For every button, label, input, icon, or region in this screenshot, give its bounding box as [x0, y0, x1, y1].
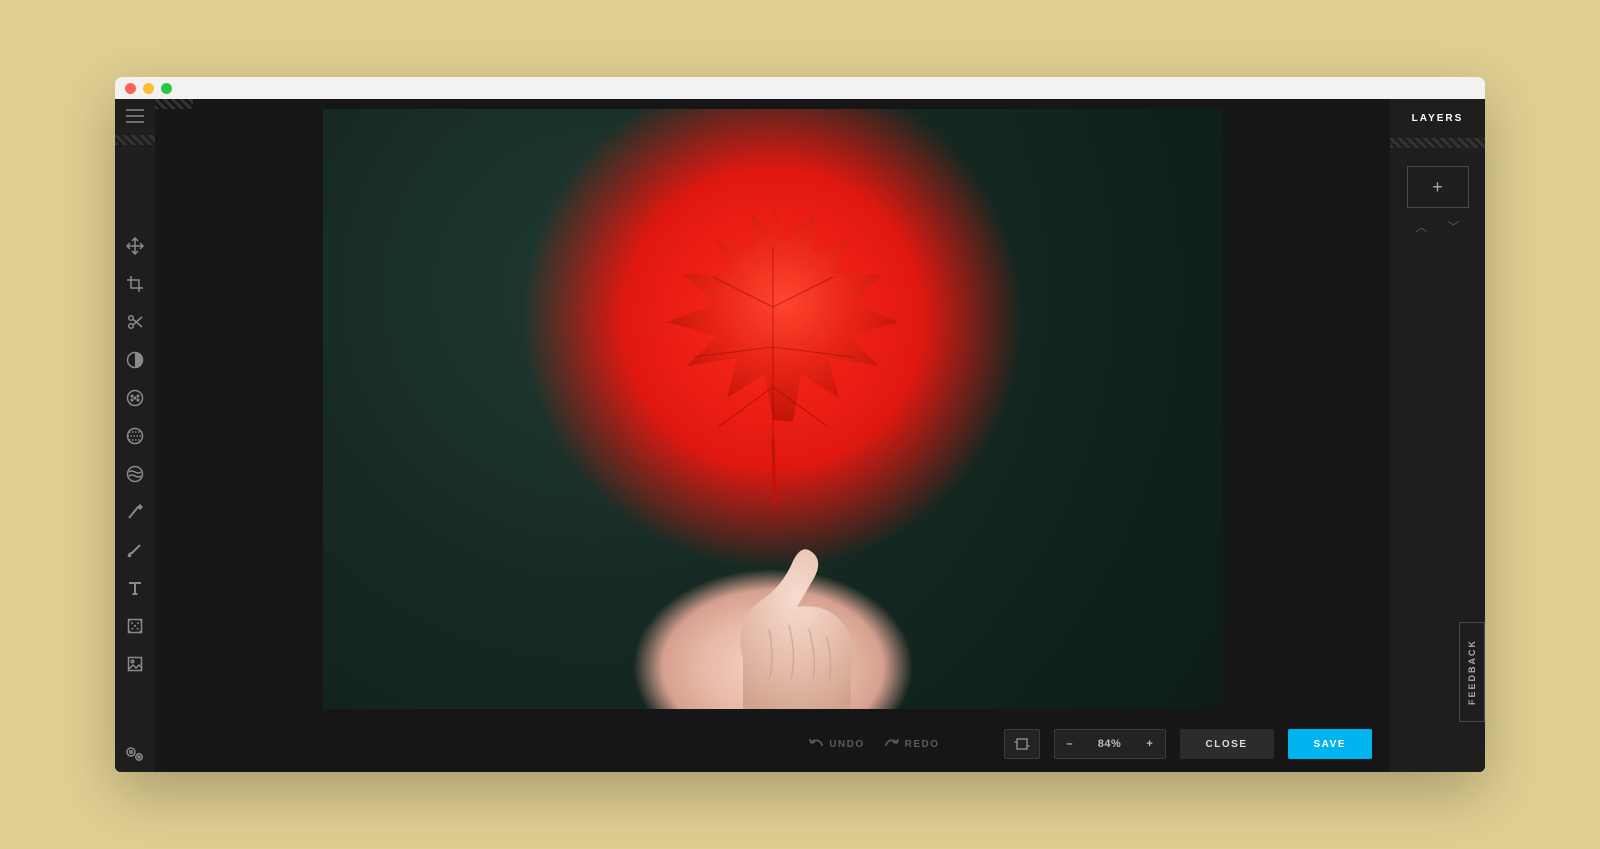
app-body: UNDO REDO – 84% + CLOSE SAVE	[115, 99, 1485, 772]
liquify-icon	[126, 465, 144, 483]
window-maximize-button[interactable]	[161, 83, 172, 94]
feedback-tab[interactable]: FEEDBACK	[1459, 622, 1485, 722]
tool-move[interactable]	[124, 235, 146, 257]
tool-cut[interactable]	[124, 311, 146, 333]
canvas-area	[155, 109, 1390, 722]
tool-list	[124, 145, 146, 772]
tool-crop[interactable]	[124, 273, 146, 295]
add-layer-button[interactable]: +	[1407, 166, 1469, 208]
leaf-graphic	[603, 187, 943, 507]
undo-label: UNDO	[829, 739, 864, 750]
layer-order-controls: ︿ ﹀	[1415, 218, 1459, 235]
text-icon	[126, 579, 144, 597]
window-close-button[interactable]	[125, 83, 136, 94]
settings-button[interactable]	[115, 746, 155, 762]
zoom-control: – 84% +	[1054, 729, 1166, 759]
canvas[interactable]	[323, 109, 1223, 709]
redo-label: REDO	[905, 739, 940, 750]
tool-effects[interactable]	[124, 387, 146, 409]
tool-frames[interactable]	[124, 653, 146, 675]
redo-button[interactable]: REDO	[885, 738, 940, 750]
image-icon	[126, 655, 144, 673]
right-divider	[1390, 138, 1485, 148]
effects-icon	[126, 389, 144, 407]
hand-graphic	[673, 529, 873, 709]
scissors-icon	[126, 313, 144, 331]
crop-icon	[126, 275, 144, 293]
layer-down-button[interactable]: ﹀	[1448, 218, 1460, 235]
hamburger-icon	[126, 109, 144, 123]
tool-liquify[interactable]	[124, 463, 146, 485]
adjust-icon	[126, 351, 144, 369]
app-window: UNDO REDO – 84% + CLOSE SAVE	[115, 77, 1485, 772]
zoom-in-button[interactable]: +	[1135, 730, 1165, 758]
filters-icon	[126, 427, 144, 445]
window-titlebar	[115, 77, 1485, 99]
tool-retouch[interactable]	[124, 501, 146, 523]
crop-arrange-icon	[1014, 736, 1030, 752]
tool-text[interactable]	[124, 577, 146, 599]
window-minimize-button[interactable]	[143, 83, 154, 94]
elements-icon	[126, 617, 144, 635]
close-button[interactable]: CLOSE	[1180, 729, 1274, 759]
sidebar-divider	[115, 135, 155, 145]
move-icon	[126, 237, 144, 255]
stage-divider	[155, 99, 193, 109]
redo-icon	[885, 738, 899, 750]
left-sidebar	[115, 99, 155, 772]
tool-adjust[interactable]	[124, 349, 146, 371]
zoom-value[interactable]: 84%	[1085, 730, 1135, 758]
right-panel: LAYERS + ︿ ﹀ FEEDBACK	[1390, 99, 1485, 772]
tool-elements[interactable]	[124, 615, 146, 637]
gears-icon	[125, 746, 145, 762]
tool-draw[interactable]	[124, 539, 146, 561]
layers-title: LAYERS	[1412, 99, 1464, 138]
menu-button[interactable]	[115, 99, 155, 135]
brush-icon	[126, 541, 144, 559]
crop-arrange-button[interactable]	[1004, 729, 1040, 759]
tool-filters[interactable]	[124, 425, 146, 447]
zoom-out-button[interactable]: –	[1055, 730, 1085, 758]
undo-icon	[809, 738, 823, 750]
stage: UNDO REDO – 84% + CLOSE SAVE	[155, 99, 1390, 772]
save-button[interactable]: SAVE	[1288, 729, 1373, 759]
action-bar: UNDO REDO – 84% + CLOSE SAVE	[155, 722, 1390, 772]
history-controls: UNDO REDO	[809, 738, 939, 750]
undo-button[interactable]: UNDO	[809, 738, 864, 750]
layer-up-button[interactable]: ︿	[1415, 218, 1427, 235]
retouch-icon	[126, 503, 144, 521]
